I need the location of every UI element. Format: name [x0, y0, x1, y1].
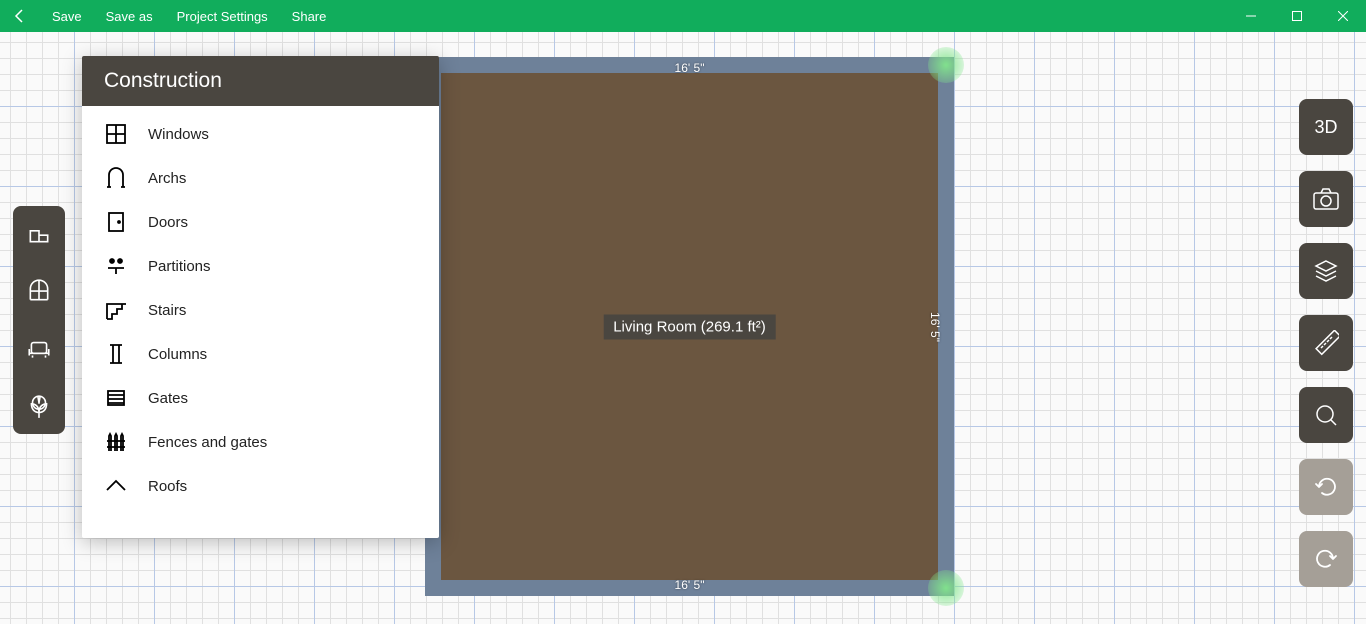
window-icon — [104, 122, 128, 146]
snapshot-button[interactable] — [1299, 171, 1353, 227]
panel-list: Windows Archs Doors Partitions Stairs — [82, 106, 439, 538]
panel-item-columns[interactable]: Columns — [82, 332, 439, 376]
view-3d-button[interactable]: 3D — [1299, 99, 1353, 155]
stairs-icon — [104, 298, 128, 322]
layers-button[interactable] — [1299, 243, 1353, 299]
door-icon — [104, 210, 128, 234]
dimension-top: 16' 5" — [675, 61, 705, 75]
column-icon — [104, 342, 128, 366]
panel-item-label: Archs — [148, 170, 186, 187]
panel-item-label: Partitions — [148, 258, 211, 275]
fence-icon — [104, 430, 128, 454]
panel-item-windows[interactable]: Windows — [82, 112, 439, 156]
window-controls — [1228, 0, 1366, 32]
panel-item-stairs[interactable]: Stairs — [82, 288, 439, 332]
search-button[interactable] — [1299, 387, 1353, 443]
panel-item-label: Gates — [148, 390, 188, 407]
panel-item-label: Roofs — [148, 478, 187, 495]
titlebar: Save Save as Project Settings Share — [0, 0, 1366, 32]
panel-item-archs[interactable]: Archs — [82, 156, 439, 200]
tool-plants[interactable] — [24, 392, 54, 422]
room-living-room[interactable]: Living Room (269.1 ft²) 16' 5" 16' 5" 16… — [433, 65, 946, 588]
panel-item-gates[interactable]: Gates — [82, 376, 439, 420]
panel-item-label: Columns — [148, 346, 207, 363]
partition-icon — [104, 254, 128, 278]
panel-header: Construction — [82, 56, 439, 106]
right-toolbar: 3D — [1299, 99, 1353, 587]
back-button[interactable] — [0, 8, 40, 24]
panel-item-roofs[interactable]: Roofs — [82, 464, 439, 508]
menu-project-settings[interactable]: Project Settings — [165, 9, 280, 24]
close-button[interactable] — [1320, 0, 1366, 32]
panel-item-label: Doors — [148, 214, 188, 231]
menu-share[interactable]: Share — [280, 9, 339, 24]
roof-icon — [104, 474, 128, 498]
room-label: Living Room (269.1 ft²) — [603, 314, 776, 339]
panel-item-label: Stairs — [148, 302, 186, 319]
dimension-right: 16' 5" — [928, 312, 942, 342]
undo-button[interactable] — [1299, 459, 1353, 515]
minimize-button[interactable] — [1228, 0, 1274, 32]
dimension-bottom: 16' 5" — [675, 578, 705, 592]
redo-button[interactable] — [1299, 531, 1353, 587]
panel-item-label: Windows — [148, 126, 209, 143]
panel-item-doors[interactable]: Doors — [82, 200, 439, 244]
tool-construction[interactable] — [24, 218, 54, 248]
menu-save[interactable]: Save — [40, 9, 94, 24]
arch-icon — [104, 166, 128, 190]
menu-save-as[interactable]: Save as — [94, 9, 165, 24]
left-toolbar — [13, 206, 65, 434]
maximize-button[interactable] — [1274, 0, 1320, 32]
tool-furniture[interactable] — [24, 334, 54, 364]
tool-windows[interactable] — [24, 276, 54, 306]
panel-item-fences[interactable]: Fences and gates — [82, 420, 439, 464]
construction-panel: Construction Windows Archs Doors Partiti… — [82, 56, 439, 538]
measure-button[interactable] — [1299, 315, 1353, 371]
gate-icon — [104, 386, 128, 410]
panel-item-partitions[interactable]: Partitions — [82, 244, 439, 288]
corner-handle-top-right[interactable] — [928, 47, 964, 83]
panel-item-label: Fences and gates — [148, 434, 267, 451]
corner-handle-bottom-right[interactable] — [928, 570, 964, 606]
